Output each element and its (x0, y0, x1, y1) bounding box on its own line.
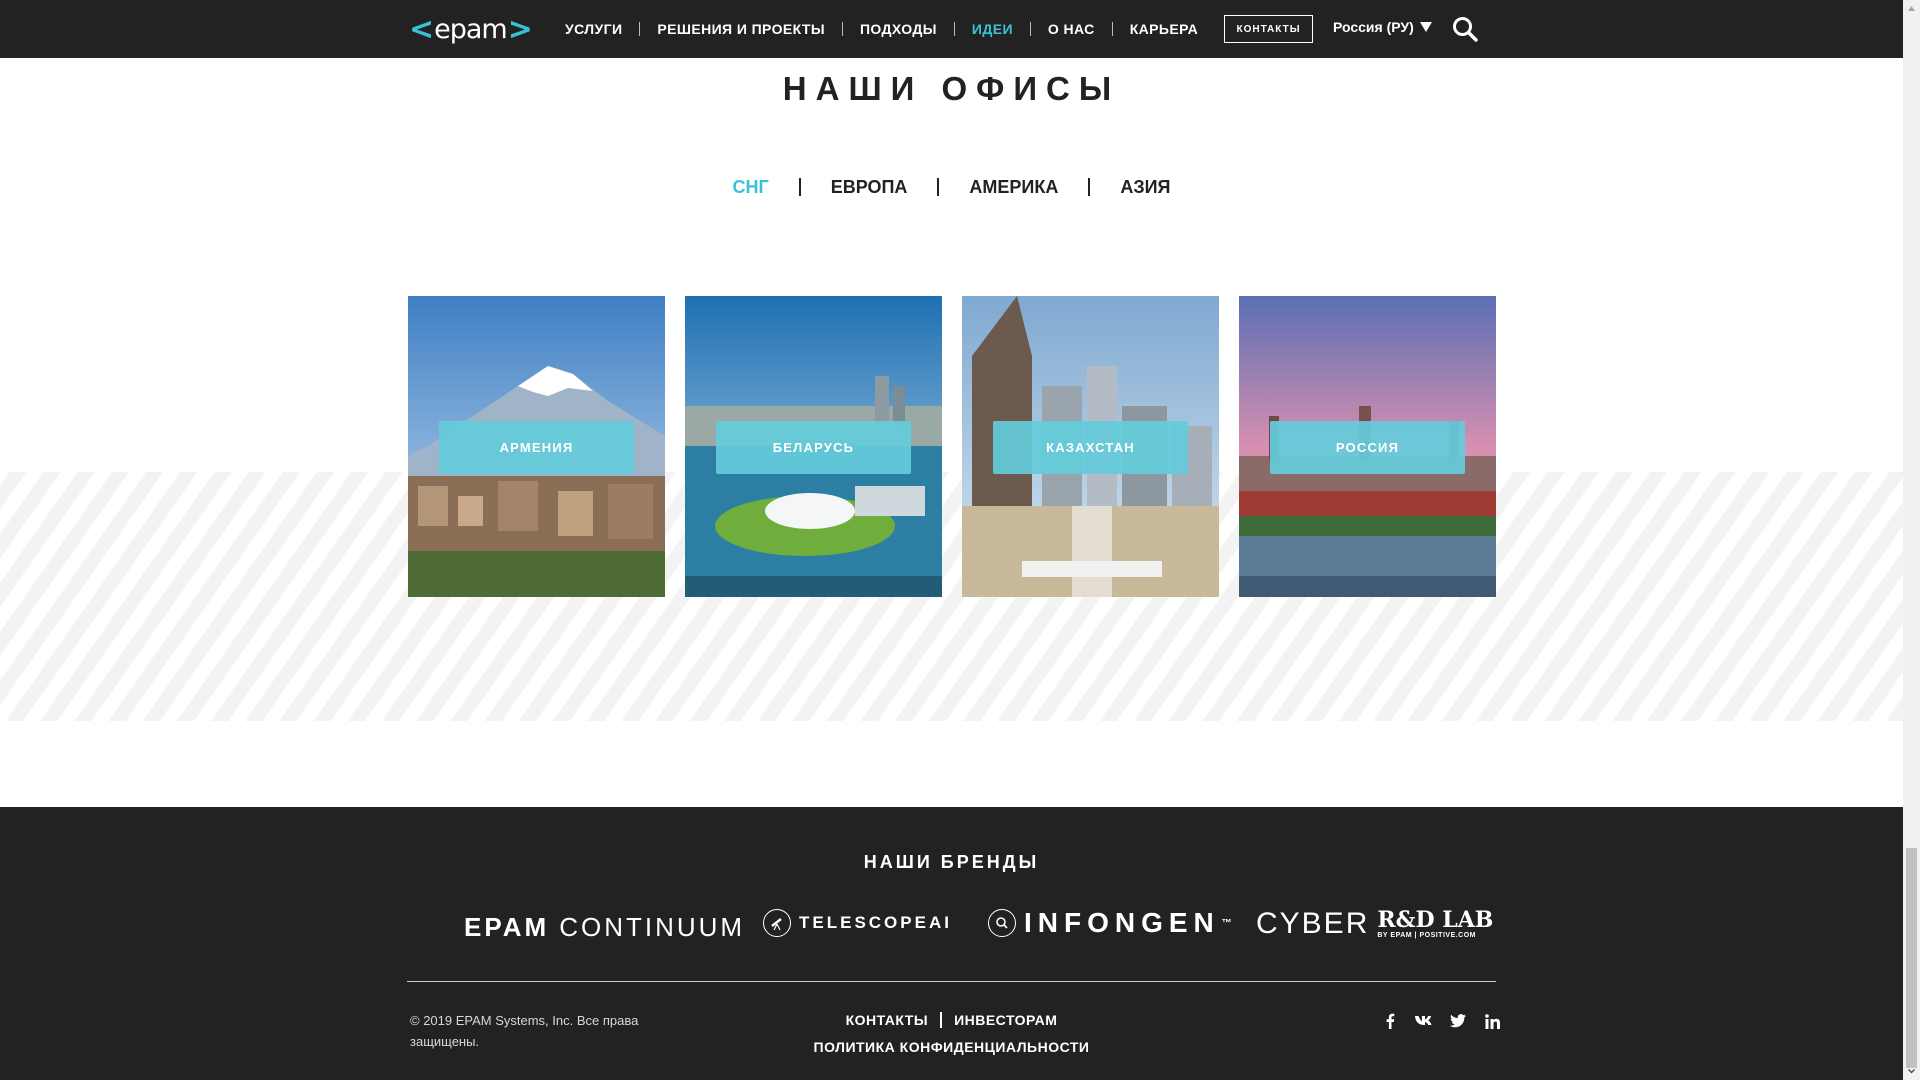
tab-america[interactable]: АМЕРИКА (939, 178, 1091, 196)
card-label: РОССИЯ (1270, 421, 1465, 474)
nav-item-ideas[interactable]: ИДЕИ (955, 22, 1031, 36)
card-label: КАЗАХСТАН (993, 421, 1188, 474)
brand-rdlab-subtext: BY EPAM | POSITIVE.COM (1377, 931, 1477, 939)
nav-item-solutions[interactable]: РЕШЕНИЯ И ПРОЕКТЫ (640, 22, 843, 36)
brand-cyber-rdlab[interactable]: CYBER R&D LAB BY EPAM | POSITIVE.COM (1256, 907, 1493, 941)
office-card-armenia[interactable]: АРМЕНИЯ (408, 296, 665, 597)
footer-links: КОНТАКТЫ ИНВЕСТОРАМ ПОЛИТИКА КОНФИДЕНЦИА… (0, 1012, 1903, 1055)
search-icon[interactable] (1452, 16, 1478, 42)
contacts-button[interactable]: КОНТАКТЫ (1224, 15, 1313, 43)
card-label: БЕЛАРУСЬ (716, 421, 911, 474)
office-card-kazakhstan[interactable]: КАЗАХСТАН (962, 296, 1219, 597)
footer-link-contacts[interactable]: КОНТАКТЫ (834, 1012, 943, 1028)
caret-down-icon (1419, 22, 1432, 32)
nav-item-about[interactable]: О НАС (1031, 22, 1113, 36)
footer-links-row: ПОЛИТИКА КОНФИДЕНЦИАЛЬНОСТИ (814, 1039, 1090, 1055)
office-card-belarus[interactable]: БЕЛАРУСЬ (685, 296, 942, 597)
brand-infongen[interactable]: INFONGEN ™ (988, 907, 1238, 939)
scroll-up-arrow-icon[interactable] (1907, 4, 1916, 13)
brand-epam-continuum[interactable]: EPAM CONTINUUM (464, 912, 745, 943)
language-selector[interactable]: Россия (РУ) (1333, 19, 1432, 35)
footer-divider (407, 981, 1496, 982)
brand-telescopeai[interactable]: TELESCOPEAI (763, 909, 952, 937)
top-navigation-bar: < epam > УСЛУГИ РЕШЕНИЯ И ПРОЕКТЫ ПОДХОД… (0, 0, 1903, 58)
office-cards: АРМЕНИЯ БЕЛАРУСЬ КАЗАХСТАН РОССИЯ (408, 296, 1496, 597)
brand-telescope-text: TELESCOPEAI (799, 913, 952, 932)
trademark-symbol: ™ (1221, 917, 1238, 929)
footer-link-investors[interactable]: ИНВЕСТОРАМ (942, 1012, 1069, 1028)
infongen-search-icon (988, 909, 1016, 937)
brand-cyber-text: CYBER (1256, 907, 1370, 940)
epam-logo[interactable]: < epam > (409, 10, 533, 48)
offices-title: НАШИ ОФИСЫ (782, 70, 1121, 107)
vk-icon[interactable] (1414, 1012, 1434, 1030)
linkedin-icon[interactable] (1482, 1012, 1502, 1030)
brand-continuum-a: EPAM (464, 912, 550, 942)
card-label: АРМЕНИЯ (439, 421, 634, 474)
main-nav: УСЛУГИ РЕШЕНИЯ И ПРОЕКТЫ ПОДХОДЫ ИДЕИ О … (548, 0, 1215, 58)
footer-link-privacy[interactable]: ПОЛИТИКА КОНФИДЕНЦИАЛЬНОСТИ (814, 1039, 1090, 1055)
scrollbar-thumb[interactable] (1906, 848, 1917, 1068)
brand-infongen-text: INFONGEN (1024, 907, 1220, 938)
logo-bracket-left: < (409, 11, 434, 47)
brand-rdlab: R&D LAB BY EPAM | POSITIVE.COM (1377, 909, 1493, 940)
nav-item-careers[interactable]: КАРЬЕРА (1113, 22, 1215, 36)
nav-item-approaches[interactable]: ПОДХОДЫ (843, 22, 955, 36)
twitter-icon[interactable] (1448, 1012, 1468, 1030)
tab-europe[interactable]: ЕВРОПА (801, 178, 940, 196)
facebook-icon[interactable] (1380, 1012, 1400, 1030)
brand-rdlab-text: R&D LAB (1377, 906, 1494, 933)
logo-text: epam (434, 13, 508, 45)
brands-title: НАШИ БРЕНДЫ (863, 852, 1040, 872)
logo-bracket-right: > (507, 11, 533, 47)
tab-asia[interactable]: АЗИЯ (1090, 178, 1200, 196)
tab-cis[interactable]: СНГ (702, 178, 801, 196)
office-card-russia[interactable]: РОССИЯ (1239, 296, 1496, 597)
language-label: Россия (РУ) (1333, 19, 1414, 35)
footer-links-row: КОНТАКТЫ ИНВЕСТОРАМ (834, 1012, 1070, 1028)
brand-continuum-b: CONTINUUM (559, 912, 746, 942)
region-tabs: СНГ ЕВРОПА АМЕРИКА АЗИЯ (0, 178, 1903, 196)
page-scrollbar[interactable] (1903, 0, 1920, 1080)
scroll-down-arrow-icon[interactable] (1907, 1067, 1916, 1076)
telescope-icon (763, 909, 791, 937)
footer: НАШИ БРЕНДЫ EPAM CONTINUUM TELESCOPEAI I… (0, 807, 1903, 1080)
social-links (1380, 1012, 1502, 1030)
nav-item-services[interactable]: УСЛУГИ (548, 22, 641, 36)
